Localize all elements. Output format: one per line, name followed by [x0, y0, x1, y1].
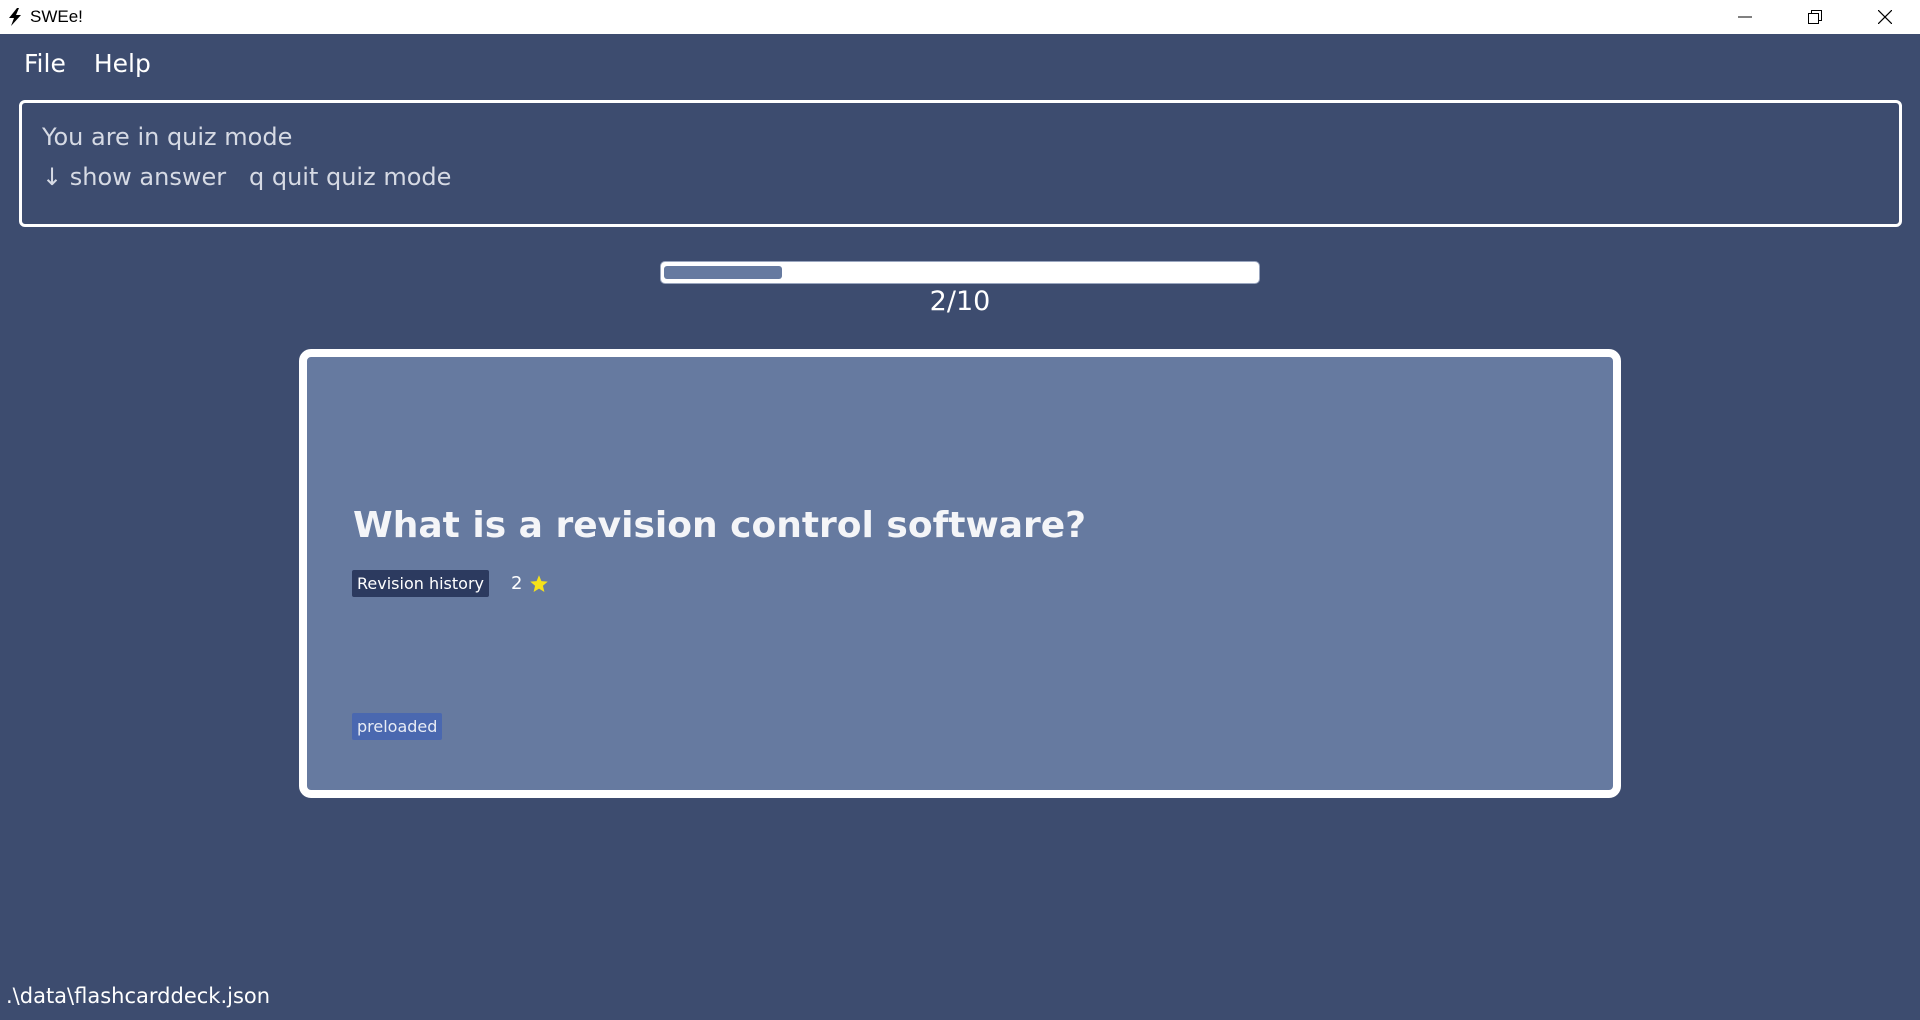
quiz-progress-fill	[664, 266, 782, 279]
result-line-mode: You are in quiz mode	[42, 123, 293, 151]
window-title: SWEe!	[30, 7, 83, 26]
result-line-hints: ↓ show answer q quit quiz mode	[42, 163, 452, 191]
result-display: You are in quiz mode ↓ show answer q qui…	[19, 100, 1902, 227]
close-icon	[1878, 10, 1892, 24]
status-file-path: .\data\flashcarddeck.json	[6, 984, 271, 1008]
flashcard: What is a revision control software? Rev…	[299, 349, 1621, 798]
restore-icon	[1808, 10, 1822, 24]
quiz-progress-label: 2/10	[929, 286, 991, 317]
flashcard-meta: Revision history 2	[352, 570, 549, 597]
category-tag: Revision history	[352, 570, 489, 597]
restore-button[interactable]	[1780, 0, 1850, 34]
menu-bar: File Help	[0, 34, 1920, 92]
title-bar: SWEe!	[0, 0, 1920, 34]
close-button[interactable]	[1850, 0, 1920, 34]
rating-value: 2	[510, 573, 523, 594]
star-icon	[529, 574, 549, 594]
menu-file[interactable]: File	[24, 49, 66, 78]
menu-help[interactable]: Help	[94, 49, 151, 78]
flashcard-question: What is a revision control software?	[353, 505, 1087, 546]
quiz-progress-bar	[660, 261, 1260, 284]
minimize-button[interactable]	[1710, 0, 1780, 34]
preloaded-tag: preloaded	[352, 713, 443, 740]
minimize-icon	[1738, 16, 1752, 18]
lightning-icon	[6, 7, 24, 27]
window-controls	[1710, 0, 1920, 34]
